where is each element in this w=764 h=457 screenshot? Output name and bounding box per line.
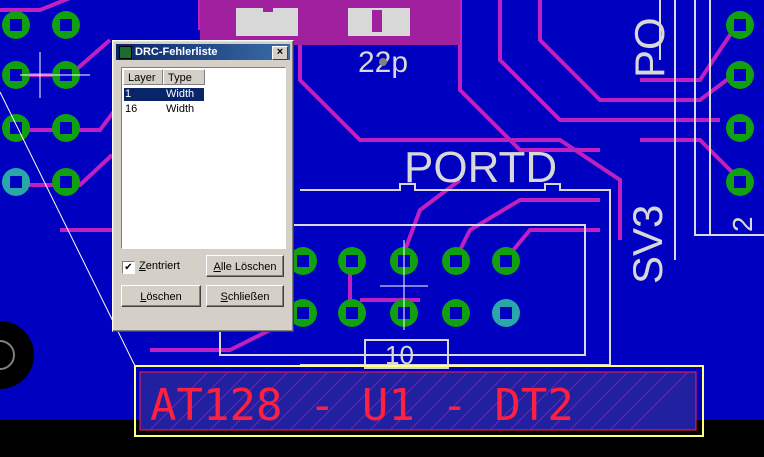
centered-label[interactable]: Zentriert bbox=[139, 260, 180, 272]
dialog-title-bar[interactable]: DRC-Fehlerliste × bbox=[116, 44, 290, 60]
drc-dialog: DRC-Fehlerliste × Layer Type 1 Width 16 … bbox=[112, 40, 294, 332]
row-layer: 1 bbox=[125, 88, 132, 100]
column-header-type[interactable]: Type bbox=[163, 69, 205, 85]
cap-pad-left bbox=[236, 8, 298, 36]
po-label: PO bbox=[626, 17, 673, 78]
centered-checkbox[interactable]: ✔ bbox=[122, 261, 135, 274]
delete-button[interactable]: Löschen bbox=[121, 285, 201, 307]
app-icon bbox=[119, 46, 132, 59]
list-item[interactable]: 16 Width bbox=[124, 103, 283, 116]
delete-all-button[interactable]: Alle Löschen bbox=[206, 255, 284, 277]
dialog-title: DRC-Fehlerliste bbox=[135, 46, 218, 58]
connector-number: 10 bbox=[385, 340, 414, 370]
row-type: Width bbox=[166, 103, 195, 115]
cap-gap-right bbox=[372, 10, 382, 32]
cap-center-dot bbox=[379, 58, 387, 66]
list-item[interactable]: 1 Width bbox=[123, 87, 205, 102]
row-layer: 16 bbox=[125, 103, 138, 115]
close-button[interactable]: Schließen bbox=[206, 285, 284, 307]
close-icon[interactable]: × bbox=[272, 46, 288, 60]
row-type: Width bbox=[166, 88, 195, 100]
right-number-label: 2 bbox=[727, 216, 758, 232]
cap-gap-left bbox=[263, 0, 273, 12]
portd-label: PORTD bbox=[404, 143, 557, 192]
ic-label: AT128 - U1 - DT2 bbox=[150, 380, 574, 431]
column-header-layer[interactable]: Layer bbox=[123, 69, 163, 85]
error-list[interactable]: Layer Type 1 Width 16 Width bbox=[121, 67, 286, 249]
sv3-label: SV3 bbox=[624, 205, 671, 284]
